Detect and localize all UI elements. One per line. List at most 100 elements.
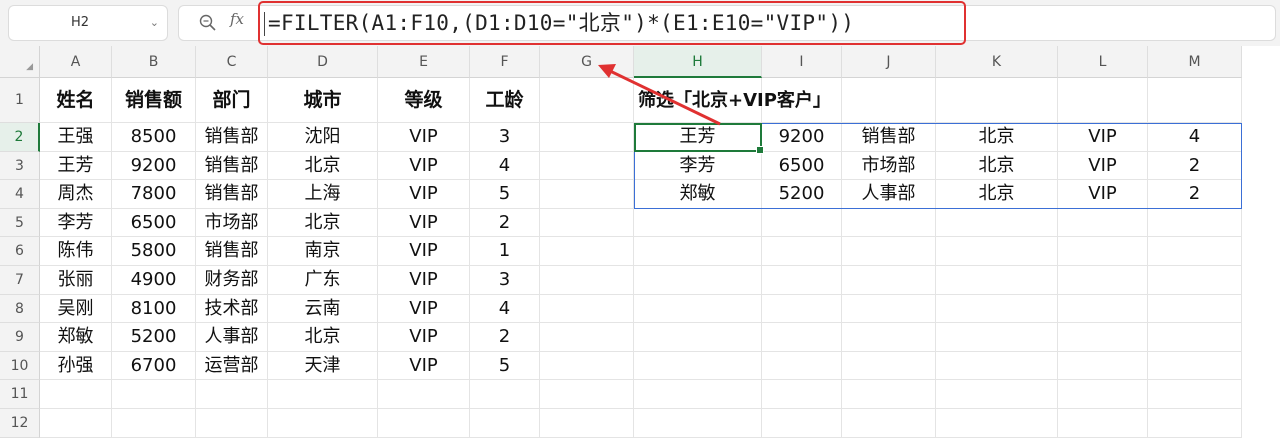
table-header-cell[interactable]: 工龄 <box>470 78 540 123</box>
table-cell[interactable]: VIP <box>378 208 470 238</box>
table-cell[interactable]: 王芳 <box>40 151 112 181</box>
table-cell[interactable]: 5800 <box>112 237 196 266</box>
grid-cell[interactable] <box>842 294 936 324</box>
table-cell[interactable]: 南京 <box>268 237 378 266</box>
table-cell[interactable]: 广东 <box>268 266 378 295</box>
table-cell[interactable]: 3 <box>470 266 540 295</box>
table-cell[interactable]: 李芳 <box>40 208 112 238</box>
table-cell[interactable]: VIP <box>378 351 470 381</box>
table-cell[interactable]: VIP <box>378 237 470 266</box>
result-cell[interactable]: 销售部 <box>842 123 936 152</box>
table-cell[interactable]: 北京 <box>268 323 378 352</box>
row-header-8[interactable]: 8 <box>0 294 40 324</box>
table-cell[interactable]: 上海 <box>268 180 378 209</box>
grid-cell[interactable] <box>1148 78 1242 123</box>
grid-cell[interactable] <box>1058 208 1148 238</box>
grid-cell[interactable] <box>1148 266 1242 295</box>
table-cell[interactable]: 云南 <box>268 294 378 324</box>
grid-cell[interactable] <box>40 409 112 438</box>
table-cell[interactable]: 销售部 <box>196 180 268 209</box>
result-cell[interactable]: 9200 <box>762 123 842 152</box>
table-cell[interactable]: 北京 <box>268 151 378 181</box>
grid-cell[interactable] <box>540 78 634 123</box>
row-header-3[interactable]: 3 <box>0 151 40 181</box>
result-cell[interactable]: 5200 <box>762 180 842 209</box>
result-cell[interactable]: VIP <box>1058 180 1148 209</box>
table-cell[interactable]: VIP <box>378 323 470 352</box>
result-cell[interactable]: 2 <box>1148 151 1242 181</box>
grid-cell[interactable] <box>842 409 936 438</box>
table-cell[interactable]: 2 <box>470 323 540 352</box>
grid-cell[interactable] <box>1148 208 1242 238</box>
grid-cell[interactable] <box>1058 323 1148 352</box>
grid-cell[interactable] <box>540 323 634 352</box>
grid-cell[interactable] <box>540 351 634 381</box>
formula-input[interactable]: =FILTER(A1:F10,(D1:D10="北京")*(E1:E10="VI… <box>258 1 966 45</box>
column-header-c[interactable]: C <box>196 46 268 78</box>
table-cell[interactable]: 销售部 <box>196 123 268 152</box>
grid-cell[interactable] <box>268 409 378 438</box>
fx-icon[interactable]: fx <box>230 10 244 28</box>
grid-cell[interactable] <box>762 409 842 438</box>
grid-cell[interactable] <box>842 380 936 409</box>
result-cell[interactable]: 4 <box>1148 123 1242 152</box>
grid-cell[interactable] <box>40 380 112 409</box>
table-cell[interactable]: 吴刚 <box>40 294 112 324</box>
grid-cell[interactable] <box>540 294 634 324</box>
grid-cell[interactable] <box>762 208 842 238</box>
column-header-i[interactable]: I <box>762 46 842 78</box>
grid-cell[interactable] <box>762 294 842 324</box>
grid-cell[interactable] <box>936 351 1058 381</box>
table-cell[interactable]: VIP <box>378 266 470 295</box>
table-cell[interactable]: 1 <box>470 237 540 266</box>
grid-cell[interactable] <box>936 323 1058 352</box>
column-header-d[interactable]: D <box>268 46 378 78</box>
table-cell[interactable]: 6700 <box>112 351 196 381</box>
table-cell[interactable]: 孙强 <box>40 351 112 381</box>
grid-cell[interactable] <box>1058 237 1148 266</box>
grid-cell[interactable] <box>1148 351 1242 381</box>
table-cell[interactable]: 5200 <box>112 323 196 352</box>
table-cell[interactable]: 4 <box>470 151 540 181</box>
grid-cell[interactable] <box>936 380 1058 409</box>
table-cell[interactable]: 2 <box>470 208 540 238</box>
column-header-l[interactable]: L <box>1058 46 1148 78</box>
table-cell[interactable]: 王强 <box>40 123 112 152</box>
grid-cell[interactable] <box>1148 380 1242 409</box>
grid-cell[interactable] <box>936 237 1058 266</box>
column-header-g[interactable]: G <box>540 46 634 78</box>
grid-cell[interactable] <box>540 180 634 209</box>
grid-cell[interactable] <box>936 266 1058 295</box>
row-header-10[interactable]: 10 <box>0 351 40 381</box>
result-cell[interactable]: 北京 <box>936 151 1058 181</box>
result-cell[interactable]: 人事部 <box>842 180 936 209</box>
table-cell[interactable]: 天津 <box>268 351 378 381</box>
grid-cell[interactable] <box>1148 294 1242 324</box>
row-header-5[interactable]: 5 <box>0 208 40 238</box>
grid-cell[interactable] <box>1148 409 1242 438</box>
grid-cell[interactable] <box>842 208 936 238</box>
grid-cell[interactable] <box>936 294 1058 324</box>
table-cell[interactable]: 财务部 <box>196 266 268 295</box>
table-cell[interactable]: VIP <box>378 180 470 209</box>
grid-cell[interactable] <box>1148 323 1242 352</box>
result-cell[interactable]: 王芳 <box>634 123 762 152</box>
column-header-h[interactable]: H <box>634 46 762 78</box>
table-cell[interactable]: VIP <box>378 123 470 152</box>
grid-cell[interactable] <box>634 237 762 266</box>
grid-cell[interactable] <box>112 380 196 409</box>
table-cell[interactable]: 7800 <box>112 180 196 209</box>
table-header-cell[interactable]: 销售额 <box>112 78 196 123</box>
grid-cell[interactable] <box>634 351 762 381</box>
grid-cell[interactable] <box>762 380 842 409</box>
table-cell[interactable]: 销售部 <box>196 151 268 181</box>
grid-cell[interactable] <box>378 380 470 409</box>
result-cell[interactable]: VIP <box>1058 151 1148 181</box>
table-cell[interactable]: 张丽 <box>40 266 112 295</box>
table-header-cell[interactable]: 姓名 <box>40 78 112 123</box>
grid-cell[interactable] <box>842 266 936 295</box>
grid-cell[interactable] <box>196 380 268 409</box>
grid-cell[interactable] <box>936 409 1058 438</box>
table-cell[interactable]: VIP <box>378 294 470 324</box>
grid-cell[interactable] <box>762 266 842 295</box>
